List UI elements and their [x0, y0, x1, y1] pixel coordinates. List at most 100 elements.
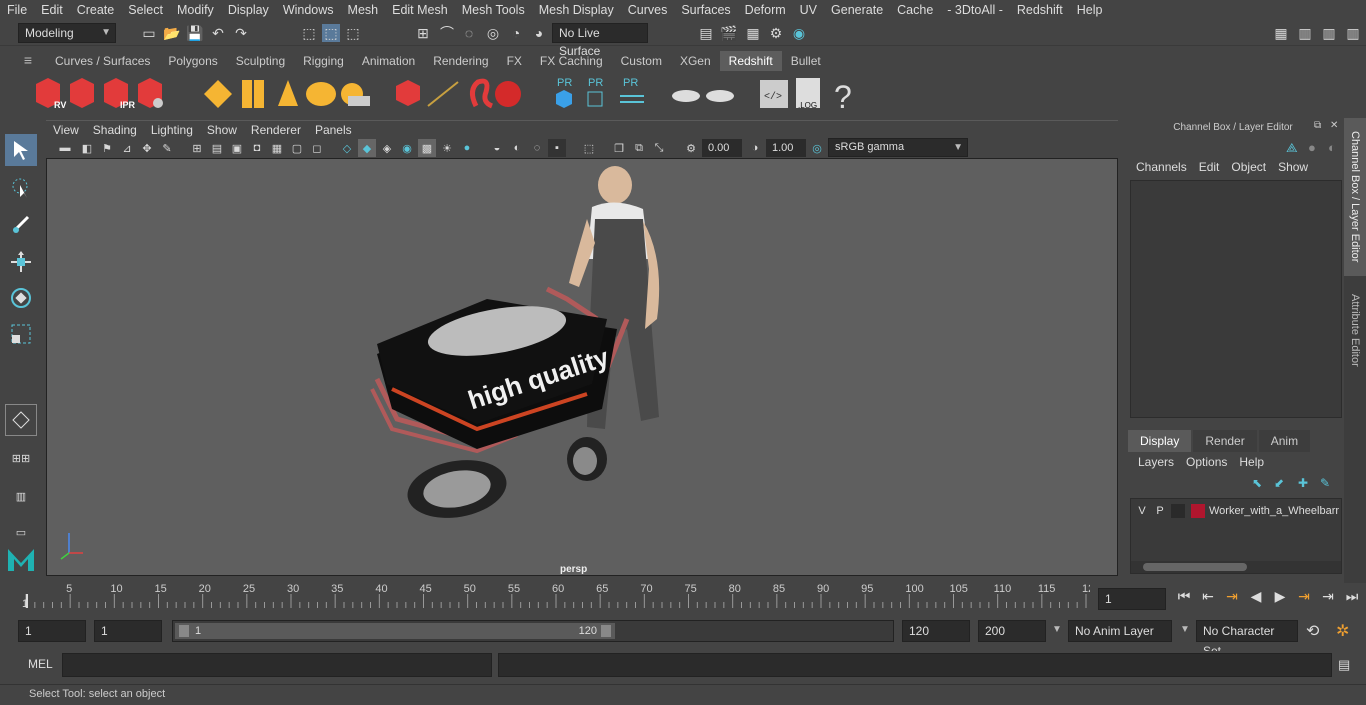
menu-uv[interactable]: UV — [793, 0, 824, 20]
shelf-tab-rendering[interactable]: Rendering — [424, 51, 497, 71]
float-icon[interactable]: ⧉ — [1314, 120, 1321, 131]
safe-title-icon[interactable]: ◻ — [308, 139, 326, 157]
shelf-tab-sculpting[interactable]: Sculpting — [227, 51, 294, 71]
camera-icon[interactable]: ▬ — [56, 139, 74, 157]
layer-playback[interactable]: P — [1151, 505, 1169, 517]
layer-scrollbar[interactable] — [1131, 561, 1341, 573]
channel-menu-edit[interactable]: Edit — [1193, 160, 1226, 174]
shelf-tab-fx-caching[interactable]: FX Caching — [531, 51, 612, 71]
character-set-dropdown[interactable]: No Character Set — [1196, 620, 1298, 658]
viewport-menu-show[interactable]: Show — [200, 123, 244, 137]
channel-list[interactable] — [1130, 180, 1342, 418]
colorspace-dropdown[interactable]: sRGB gamma ▼ — [828, 138, 968, 157]
auto-key-icon[interactable]: ⟲ — [1306, 621, 1319, 641]
gate-mask-icon[interactable]: ◘ — [248, 139, 266, 157]
camera-attr-icon[interactable]: ◧ — [78, 139, 96, 157]
menu-generate[interactable]: Generate — [824, 0, 890, 20]
layer-color-swatch[interactable] — [1191, 504, 1205, 518]
layer-tab-render[interactable]: Render — [1193, 430, 1257, 452]
shelf-tab-redshift[interactable]: Redshift — [719, 51, 782, 71]
aa-icon[interactable]: ◐ — [508, 139, 526, 157]
hud-icon[interactable]: ⤡ — [650, 139, 668, 157]
menu-file[interactable]: File — [0, 0, 34, 20]
step-back-frame-icon[interactable]: ⇥ — [1222, 588, 1242, 608]
dof-icon[interactable]: ◌ — [528, 139, 546, 157]
menu-edit-mesh[interactable]: Edit Mesh — [385, 0, 455, 20]
select-component-icon[interactable]: ⬚ — [344, 24, 362, 42]
textured-icon[interactable]: ◉ — [398, 139, 416, 157]
range-handle-left[interactable] — [179, 625, 189, 637]
command-input[interactable] — [62, 653, 492, 677]
ipr-render-icon[interactable]: ▦ — [744, 24, 762, 42]
play-backward-icon[interactable]: ◀ — [1246, 588, 1266, 608]
script-language-label[interactable]: MEL — [28, 657, 53, 671]
layout-four-icon[interactable]: ⊞⊞ — [5, 442, 37, 474]
preferences-icon[interactable]: ✲ — [1336, 621, 1349, 641]
live-surface-field[interactable]: No Live Surface — [552, 23, 648, 58]
undo-icon[interactable]: ↶ — [209, 24, 227, 42]
layer-type[interactable] — [1171, 504, 1185, 518]
channel-options-icon[interactable]: ⟁ — [1286, 140, 1298, 156]
play-forward-icon[interactable]: ▶ — [1270, 588, 1290, 608]
snap-view-icon[interactable]: ◎ — [484, 24, 502, 42]
menu-deform[interactable]: Deform — [738, 0, 793, 20]
soft-select-icon[interactable] — [5, 404, 37, 436]
menu-3dtoall[interactable]: - 3DtoAll - — [940, 0, 1010, 20]
lasso-tool-icon[interactable] — [5, 172, 37, 204]
workspace-icon[interactable]: ▦ — [1272, 24, 1290, 42]
layer-name[interactable]: Worker_with_a_Wheelbarrow — [1209, 505, 1339, 517]
layer-tab-anim[interactable]: Anim — [1258, 430, 1311, 452]
wireframe-icon[interactable]: ◇ — [338, 139, 356, 157]
go-to-end-icon[interactable]: ⏭ — [1342, 588, 1362, 608]
menu-mesh-display[interactable]: Mesh Display — [532, 0, 621, 20]
perspective-viewport[interactable]: high quality — [46, 158, 1118, 576]
paint-select-icon[interactable] — [5, 208, 37, 240]
channel-menu-show[interactable]: Show — [1272, 160, 1314, 174]
new-layer-selected-icon[interactable]: ✎ — [1320, 476, 1330, 490]
toggle-panel-icon[interactable]: ▥ — [1296, 24, 1314, 42]
shadows-icon[interactable]: ☀ — [438, 139, 456, 157]
channel-toggle2-icon[interactable]: ◐ — [1328, 140, 1336, 155]
color-management-icon[interactable]: ◎ — [808, 139, 826, 157]
snap-surface-icon[interactable]: ◔ — [507, 24, 525, 42]
render-view-icon[interactable]: ▤ — [697, 24, 715, 42]
menu-mesh-tools[interactable]: Mesh Tools — [455, 0, 532, 20]
anim-end-field[interactable]: 200 — [978, 620, 1046, 642]
toggle-panel3-icon[interactable]: ▥ — [1344, 24, 1362, 42]
current-frame-field[interactable]: 1 — [1098, 588, 1166, 610]
range-handle-right[interactable] — [601, 625, 611, 637]
viewport-menu-panels[interactable]: Panels — [308, 123, 359, 137]
shelf-tab-curves-surfaces[interactable]: Curves / Surfaces — [46, 51, 159, 71]
menu-select[interactable]: Select — [121, 0, 170, 20]
shelf-tab-polygons[interactable]: Polygons — [159, 51, 226, 71]
scale-tool-icon[interactable] — [5, 318, 37, 350]
script-editor-icon[interactable]: ▤ — [1338, 657, 1350, 673]
layer-menu-options[interactable]: Options — [1180, 455, 1233, 469]
shelf-menu-icon[interactable]: ≡ — [18, 52, 38, 70]
new-scene-icon[interactable]: ▭ — [140, 24, 158, 42]
chevron-down-icon[interactable]: ▼ — [1052, 624, 1062, 635]
range-slider-handle[interactable]: 1 120 — [175, 623, 615, 639]
channel-toggle-icon[interactable]: ● — [1308, 140, 1316, 155]
menu-curves[interactable]: Curves — [621, 0, 675, 20]
isolate-icon[interactable]: ⬚ — [580, 139, 598, 157]
layer-menu-help[interactable]: Help — [1233, 455, 1270, 469]
gamma-field[interactable]: 1.00 — [766, 139, 806, 157]
image-plane-icon[interactable]: ⊿ — [118, 139, 136, 157]
shelf-tab-custom[interactable]: Custom — [612, 51, 671, 71]
shelf-tab-bullet[interactable]: Bullet — [782, 51, 830, 71]
open-scene-icon[interactable]: 📂 — [163, 24, 181, 42]
rotate-tool-icon[interactable] — [5, 282, 37, 314]
time-slider[interactable]: 5 10 15 20 25 30 35 40 45 50 55 60 65 70 75 80 85 90 95 100… — [18, 580, 1094, 610]
smooth-shade-icon[interactable]: ◆ — [358, 139, 376, 157]
mode-dropdown[interactable]: Modeling ▼ — [18, 23, 116, 43]
tab-attribute-editor[interactable]: Attribute Editor — [1344, 282, 1366, 378]
select-object-icon[interactable]: ⬚ — [322, 24, 340, 42]
viewport-menu-lighting[interactable]: Lighting — [144, 123, 200, 137]
range-slider[interactable]: 1 120 — [172, 620, 894, 642]
menu-surfaces[interactable]: Surfaces — [674, 0, 737, 20]
menu-display[interactable]: Display — [221, 0, 276, 20]
film-gate-icon[interactable]: ▤ — [208, 139, 226, 157]
field-chart-icon[interactable]: ▦ — [268, 139, 286, 157]
move-tool-icon[interactable] — [5, 246, 37, 278]
